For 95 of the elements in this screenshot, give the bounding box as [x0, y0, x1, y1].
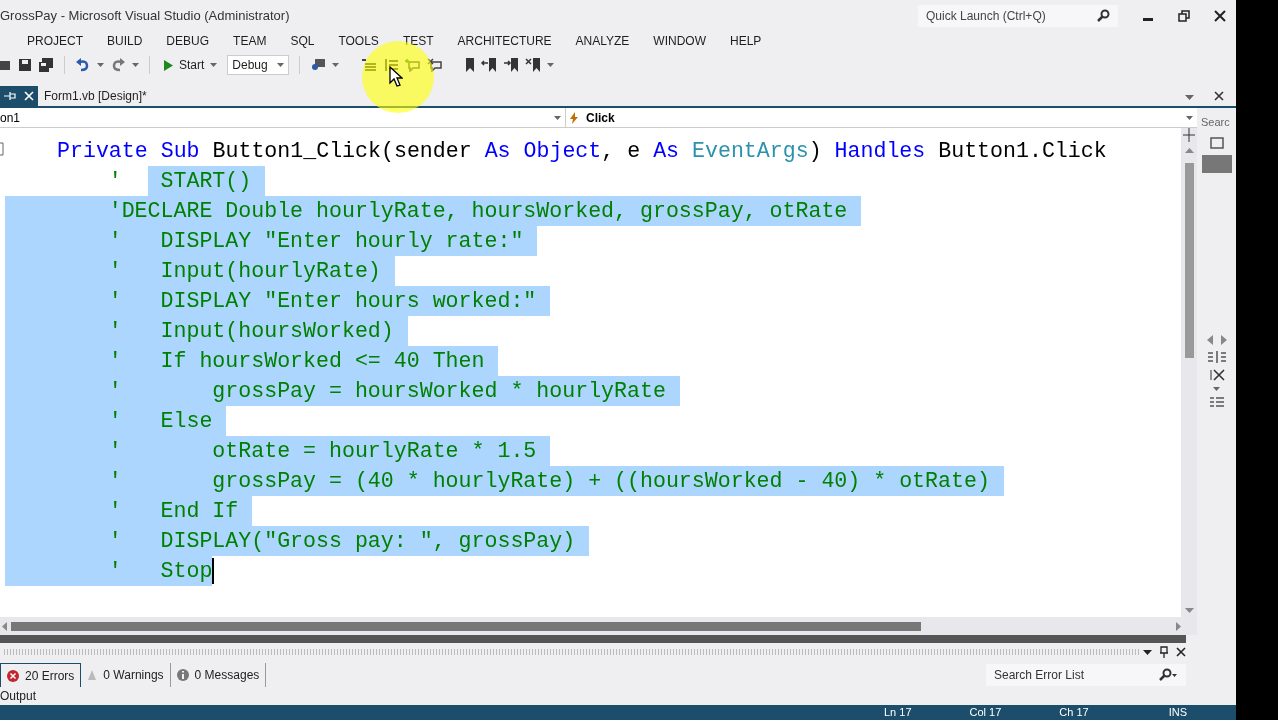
left-right-arrows-icon[interactable] [1205, 334, 1228, 345]
code-text: ' Input(hoursWorked) [5, 316, 408, 346]
text-caret [212, 558, 215, 584]
find-icon[interactable] [310, 58, 327, 72]
output-tab[interactable]: Output [0, 689, 37, 703]
menu-item[interactable]: WINDOW [641, 32, 718, 50]
menu-item[interactable]: TEAM [221, 32, 279, 50]
close-icon[interactable] [1214, 10, 1226, 22]
search-label: Searc [1201, 115, 1230, 130]
undo-icon[interactable] [75, 58, 91, 72]
code-text: ' DISPLAY "Enter hours worked:" [5, 286, 551, 316]
caret-icon [277, 63, 285, 67]
status-text: Col 17 [969, 705, 1002, 720]
scroll-down-icon[interactable] [1184, 608, 1194, 613]
menu-item[interactable]: ARCHITECTURE [445, 32, 564, 50]
menu-item[interactable]: ANALYZE [563, 32, 642, 50]
code-text: ' Input(hourlyRate) [5, 256, 395, 286]
save-icon[interactable] [18, 58, 32, 72]
code-text: Button1_Click(sender [211, 138, 473, 165]
caret-icon [554, 115, 561, 120]
status-text: INS [1168, 705, 1188, 720]
code-text: As [653, 138, 680, 165]
mouse-pointer-icon [389, 66, 403, 88]
bookmark-icon[interactable] [465, 58, 476, 72]
next-bookmark-icon[interactable] [503, 58, 520, 72]
scrollbar-thumb[interactable] [1184, 163, 1194, 358]
code-text: Handles [834, 138, 926, 165]
start-button[interactable]: Start [160, 56, 222, 74]
menu-item[interactable]: BUILD [95, 32, 155, 50]
menu-item[interactable]: TEST [390, 32, 446, 50]
error-icon [7, 669, 19, 682]
close-icon[interactable] [1176, 647, 1186, 657]
restore-icon[interactable] [1178, 10, 1190, 22]
search-icon [1158, 668, 1178, 682]
method-dropdown[interactable]: Click [566, 108, 1197, 127]
menu-item[interactable]: PROJECT [15, 32, 95, 50]
code-text: ' otRate = hourlyRate * 1.5 [5, 436, 551, 466]
scrollbar-thumb[interactable] [11, 621, 921, 631]
uncomment-icon[interactable] [427, 58, 444, 72]
scroll-up-icon[interactable] [1184, 148, 1194, 153]
code-text: ' If hoursWorked <= 40 Then [5, 346, 499, 376]
code-text: ' [107, 168, 123, 195]
list-icon[interactable] [1205, 350, 1228, 363]
code-editor[interactable] [0, 128, 1181, 617]
code-text: ' grossPay = (40 * hourlyRate) + ((hoursWorked - 40) * otRate) [5, 466, 1004, 496]
outdent-icon[interactable] [383, 58, 400, 72]
outline-bracket-icon [0, 142, 4, 156]
code-text: START() [147, 166, 266, 196]
menu-item[interactable]: HELP [718, 32, 774, 50]
error-list-filter[interactable]: 20 Errors [0, 663, 82, 687]
status-text: Ch 17 [1059, 705, 1089, 720]
list-icon[interactable] [1208, 396, 1225, 407]
code-text: ) [808, 138, 823, 165]
close-icon[interactable] [1208, 368, 1225, 381]
code-text: ' DISPLAY("Gross pay: ", grossPay) [5, 526, 590, 556]
error-list-filter[interactable]: 0 Warnings [81, 663, 171, 687]
lightning-icon [570, 111, 578, 124]
caret-icon [1186, 115, 1193, 120]
code-text: Private Sub [57, 138, 200, 165]
scroll-left-icon[interactable] [2, 621, 7, 631]
window-title: GrossPay - Microsoft Visual Studio (Administrator) [0, 7, 290, 26]
info-icon [176, 669, 189, 681]
document-tab[interactable]: Form1.vb [Design]* [38, 86, 153, 106]
code-text: ' Stop [5, 556, 213, 586]
save-all-icon[interactable] [38, 58, 54, 72]
pin-icon[interactable] [1160, 646, 1168, 658]
class-dropdown[interactable]: on1 [0, 108, 566, 127]
status-text: Ln 17 [884, 705, 912, 720]
previous-bookmark-icon[interactable] [481, 58, 498, 72]
code-text: ' DISPLAY "Enter hourly rate:" [5, 226, 538, 256]
code-text: , e [601, 138, 642, 165]
clear-bookmarks-icon[interactable] [525, 58, 542, 72]
code-text: EventArgs [691, 138, 809, 165]
close-icon[interactable] [1214, 91, 1224, 101]
redo-icon[interactable] [110, 58, 126, 72]
split-icon[interactable] [1183, 128, 1195, 142]
indent-icon[interactable] [361, 58, 378, 72]
code-text: ' Else [5, 406, 227, 436]
warning-icon [87, 669, 98, 681]
window-icon[interactable] [1209, 136, 1224, 149]
search-icon [1096, 9, 1110, 23]
configuration-dropdown[interactable]: Debug [227, 55, 290, 75]
code-text: Button1.Click [937, 138, 1107, 165]
menu-item[interactable]: SQL [278, 32, 327, 50]
code-text: As Object [484, 138, 602, 165]
menu-item[interactable]: DEBUG [154, 32, 222, 50]
caret-icon[interactable] [1143, 649, 1152, 655]
code-text: 'DECLARE Double hourlyRate, hoursWorked, grossPay, otRate [5, 196, 862, 226]
code-text: ' grossPay = hoursWorked * hourlyRate [5, 376, 680, 406]
code-text: ' End If [5, 496, 253, 526]
error-list-filter[interactable]: 0 Messages [170, 663, 267, 687]
caret-icon [210, 63, 218, 67]
menu-item[interactable]: TOOLS [326, 32, 391, 50]
play-icon [164, 59, 173, 71]
scroll-right-icon[interactable] [1176, 621, 1181, 631]
